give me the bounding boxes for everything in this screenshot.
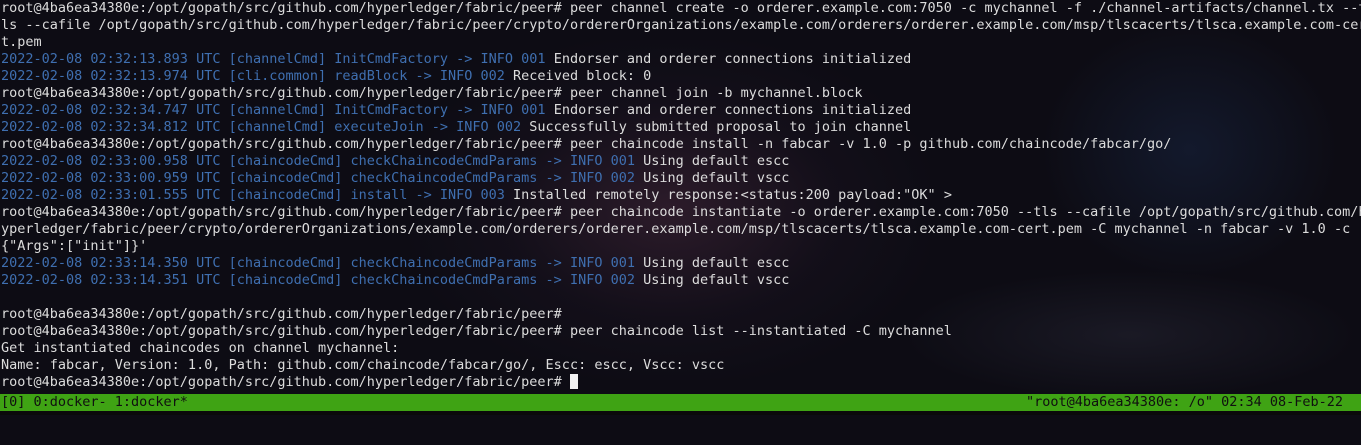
log-prefix: 2022-02-08 02:32:13.974 UTC [cli.common]… [1, 68, 505, 84]
terminal-line: root@4ba6ea34380e:/opt/gopath/src/github… [1, 306, 562, 322]
window-bottom-edge [0, 411, 1361, 415]
log-prefix: 2022-02-08 02:33:14.350 UTC [chaincodeCm… [1, 255, 635, 271]
log-message: Using default escc [634, 153, 790, 169]
terminal-line: Get instantiated chaincodes on channel m… [1, 340, 400, 356]
log-prefix: 2022-02-08 02:33:00.958 UTC [chaincodeCm… [1, 153, 635, 169]
log-message: Endorser and orderer connections initial… [545, 102, 912, 118]
log-prefix: 2022-02-08 02:32:13.893 UTC [channelCmd]… [1, 51, 546, 67]
log-message: Successfully submitted proposal to join … [521, 119, 912, 135]
log-message: Using default vscc [634, 272, 790, 288]
log-message: Using default vscc [634, 170, 790, 186]
log-line: 2022-02-08 02:33:14.350 UTC [chaincodeCm… [0, 255, 1361, 272]
log-line: 2022-02-08 02:33:01.555 UTC [chaincodeCm… [0, 187, 1361, 204]
log-prefix: 2022-02-08 02:33:14.351 UTC [chaincodeCm… [1, 272, 635, 288]
terminal-line: root@4ba6ea34380e:/opt/gopath/src/github… [1, 323, 952, 339]
log-line: 2022-02-08 02:32:34.747 UTC [channelCmd]… [0, 102, 1361, 119]
log-message: Installed remotely response:<status:200 … [504, 187, 952, 203]
terminal-line: t.pem [1, 34, 42, 50]
log-line: 2022-02-08 02:33:00.959 UTC [chaincodeCm… [0, 170, 1361, 187]
log-line: 2022-02-08 02:33:14.351 UTC [chaincodeCm… [0, 272, 1361, 289]
log-prefix: 2022-02-08 02:33:01.555 UTC [chaincodeCm… [1, 187, 505, 203]
log-line: 2022-02-08 02:32:34.812 UTC [channelCmd]… [0, 119, 1361, 136]
log-message: Endorser and orderer connections initial… [545, 51, 912, 67]
log-line: 2022-02-08 02:32:13.893 UTC [channelCmd]… [0, 51, 1361, 68]
tmux-status-right: "root@4ba6ea34380e: /o" 02:34 08-Feb-22 [1026, 394, 1343, 410]
terminal-line: root@4ba6ea34380e:/opt/gopath/src/github… [1, 136, 1172, 152]
log-line: 2022-02-08 02:33:00.958 UTC [chaincodeCm… [0, 153, 1361, 170]
tmux-status-bar: [0] 0:docker- 1:docker* "root@4ba6ea3438… [0, 394, 1361, 411]
terminal-line: Name: fabcar, Version: 1.0, Path: github… [1, 357, 725, 373]
log-message: Received block: 0 [504, 68, 652, 84]
terminal-line: root@4ba6ea34380e:/opt/gopath/src/github… [1, 85, 863, 101]
terminal-line: {"Args":["init"]}' [1, 238, 148, 254]
terminal-line: ls --cafile /opt/gopath/src/github.com/h… [1, 17, 1361, 33]
terminal-line: root@4ba6ea34380e:/opt/gopath/src/github… [1, 0, 1361, 16]
log-prefix: 2022-02-08 02:33:00.959 UTC [chaincodeCm… [1, 170, 635, 186]
tmux-window-list[interactable]: [0] 0:docker- 1:docker* [1, 394, 188, 411]
terminal-line: root@4ba6ea34380e:/opt/gopath/src/github… [1, 204, 1361, 220]
active-prompt-line: root@4ba6ea34380e:/opt/gopath/src/github… [0, 374, 1361, 391]
log-line: 2022-02-08 02:32:13.974 UTC [cli.common]… [0, 68, 1361, 85]
log-message: Using default escc [634, 255, 790, 271]
log-prefix: 2022-02-08 02:32:34.812 UTC [channelCmd]… [1, 119, 522, 135]
log-prefix: 2022-02-08 02:32:34.747 UTC [channelCmd]… [1, 102, 546, 118]
terminal-output[interactable]: root@4ba6ea34380e:/opt/gopath/src/github… [0, 0, 1361, 395]
terminal-line: yperledger/fabric/peer/crypto/ordererOrg… [1, 221, 1361, 237]
shell-prompt: root@4ba6ea34380e:/opt/gopath/src/github… [1, 374, 570, 390]
text-cursor[interactable] [569, 374, 578, 389]
